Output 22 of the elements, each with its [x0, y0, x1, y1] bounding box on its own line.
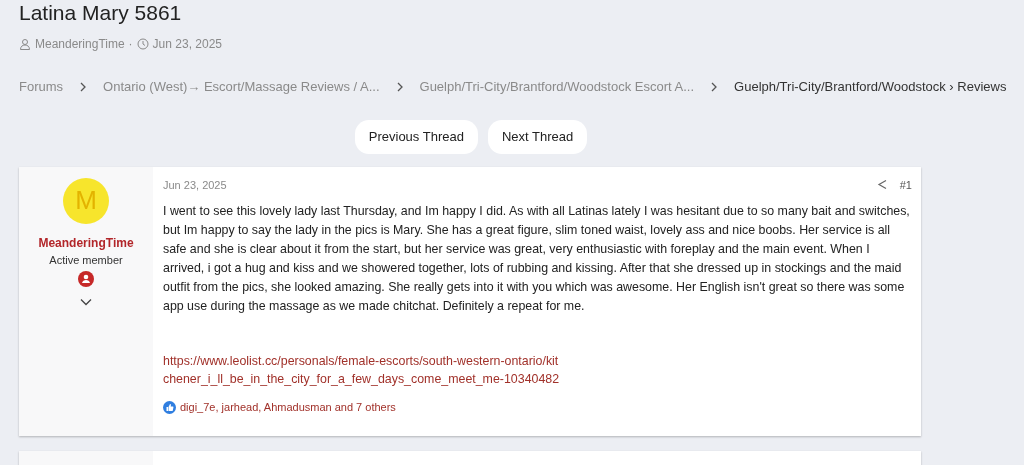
thread-date: Jun 23, 2025: [152, 36, 222, 53]
chevron-icon: [710, 81, 719, 92]
post-date: Jun 23, 2025: [163, 177, 227, 193]
thread-title: Latina Mary 5861: [19, 1, 183, 25]
like-icon: [163, 400, 176, 414]
post-number[interactable]: #1: [899, 176, 912, 193]
chevron-icon: [79, 81, 88, 92]
user-icon: [19, 38, 31, 50]
share-icon[interactable]: [876, 179, 888, 191]
reactions-link[interactable]: digi_7e, jarhead, Ahmadusman and 7 others: [180, 399, 396, 416]
expand-icon[interactable]: [80, 298, 92, 306]
username-link[interactable]: MeanderingTime: [38, 233, 134, 252]
clock-icon: [136, 38, 149, 50]
chevron-icon: [395, 81, 404, 92]
badge-icon: [78, 271, 94, 287]
post-link[interactable]: https://www.leolist.cc/personals/female-escorts/south-western-ontario/kitchener_i_ll_be_in_the_city_for_a_few_days_come_meet_me-10340482: [163, 352, 563, 388]
breadcrumb-link[interactable]: Guelph/Tri-City/Brantford/Woodstock › Reviews: [734, 77, 1007, 97]
post-body: I went to see this lovely lady last Thursday, and Im happy I did. As with all Latinas lately I was hesitant due to so many bait and switches, but Im happy to say the lady in the pics is Mary. She has a great figure, slim toned waist, lovely ass and nice boobs. Her service is all safe and she is clear about it from the start, but her service was great, very enthusiastic with foreplay and the main event. When I arrived, i got a hug and kiss and we showered together, lots of rubbing and kissing. After that she dressed up in stockings and the maid outfit from the pics, she looked amazing. She really gets into it with you which was awesome. Her English isn't great so there was some app use during the massage as we made chitchat. Definitely a repeat for me.: [163, 203, 911, 315]
thread-nav-button[interactable]: Next Thread: [487, 119, 588, 154]
separator-dot: ·: [128, 36, 133, 53]
user-title: Active member: [49, 252, 123, 268]
thread-nav-button[interactable]: Previous Thread: [354, 119, 478, 154]
